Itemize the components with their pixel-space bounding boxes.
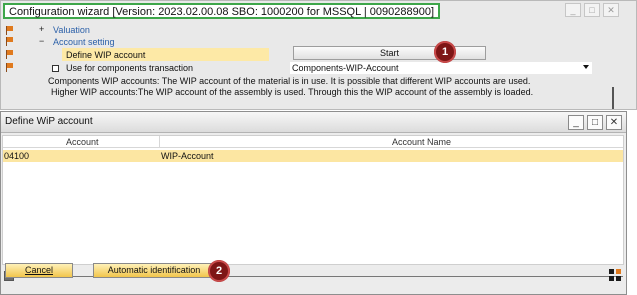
components-account-dropdown[interactable]: Components-WIP-Account — [290, 62, 592, 74]
flag-icon — [6, 63, 14, 72]
scrollbar-divider — [612, 87, 614, 109]
tree-item-account-setting[interactable]: Account setting — [53, 37, 115, 47]
grid-header: Account Account Name — [3, 136, 623, 148]
configuration-wizard-window: Configuration wizard [Version: 2023.02.0… — [0, 0, 637, 110]
cancel-button[interactable]: Cancel — [5, 263, 73, 278]
components-transaction-checkbox[interactable] — [52, 65, 59, 72]
wizard-close-icon[interactable]: ✕ — [603, 3, 619, 17]
callout-number-2: 2 — [208, 260, 230, 282]
automatic-identification-button[interactable]: Automatic identification — [93, 263, 215, 278]
table-row[interactable]: 04100 WIP-Account — [3, 150, 623, 162]
tree-item-components-transaction: Use for components transaction — [66, 63, 194, 73]
flag-icon — [6, 37, 14, 46]
cell-account-name[interactable]: WIP-Account — [161, 151, 214, 161]
accounts-grid: Account Account Name 04100 WIP-Account — [2, 135, 624, 281]
callout-number-1: 1 — [434, 41, 456, 63]
dialog-titlebar[interactable]: Define WiP account _ □ ✕ — [1, 112, 626, 133]
wizard-title: Configuration wizard [Version: 2023.02.0… — [3, 3, 441, 19]
expand-valuation-icon[interactable]: + — [39, 24, 44, 34]
collapse-account-setting-icon[interactable]: − — [39, 36, 44, 46]
define-wip-account-dialog: Define WiP account _ □ ✕ Account Account… — [0, 111, 627, 295]
column-header-account[interactable]: Account — [66, 137, 99, 147]
dialog-minimize-icon[interactable]: _ — [568, 115, 584, 130]
dialog-close-icon[interactable]: ✕ — [606, 115, 622, 130]
cancel-button-label: Cancel — [24, 265, 53, 275]
description-components-wip: Components WIP accounts: The WIP account… — [48, 76, 531, 86]
description-higher-wip: Higher WIP accounts:The WIP account of t… — [51, 87, 534, 97]
dropdown-value: Components-WIP-Account — [292, 63, 399, 73]
column-divider[interactable] — [159, 136, 160, 148]
dialog-title: Define WiP account — [5, 116, 93, 127]
wizard-minimize-icon[interactable]: _ — [565, 3, 581, 17]
start-button[interactable]: Start — [293, 46, 486, 60]
sap-corner-icon — [609, 269, 623, 283]
dialog-maximize-icon[interactable]: □ — [587, 115, 603, 130]
flag-icon — [6, 50, 14, 59]
chevron-down-icon[interactable] — [583, 65, 589, 69]
column-header-account-name[interactable]: Account Name — [392, 137, 451, 147]
flag-icon — [6, 26, 14, 35]
tree-item-valuation[interactable]: Valuation — [53, 25, 90, 35]
wizard-maximize-icon[interactable]: □ — [584, 3, 600, 17]
cell-account[interactable]: 04100 — [4, 151, 29, 161]
tree-item-define-wip-account[interactable]: Define WIP account — [66, 50, 145, 60]
